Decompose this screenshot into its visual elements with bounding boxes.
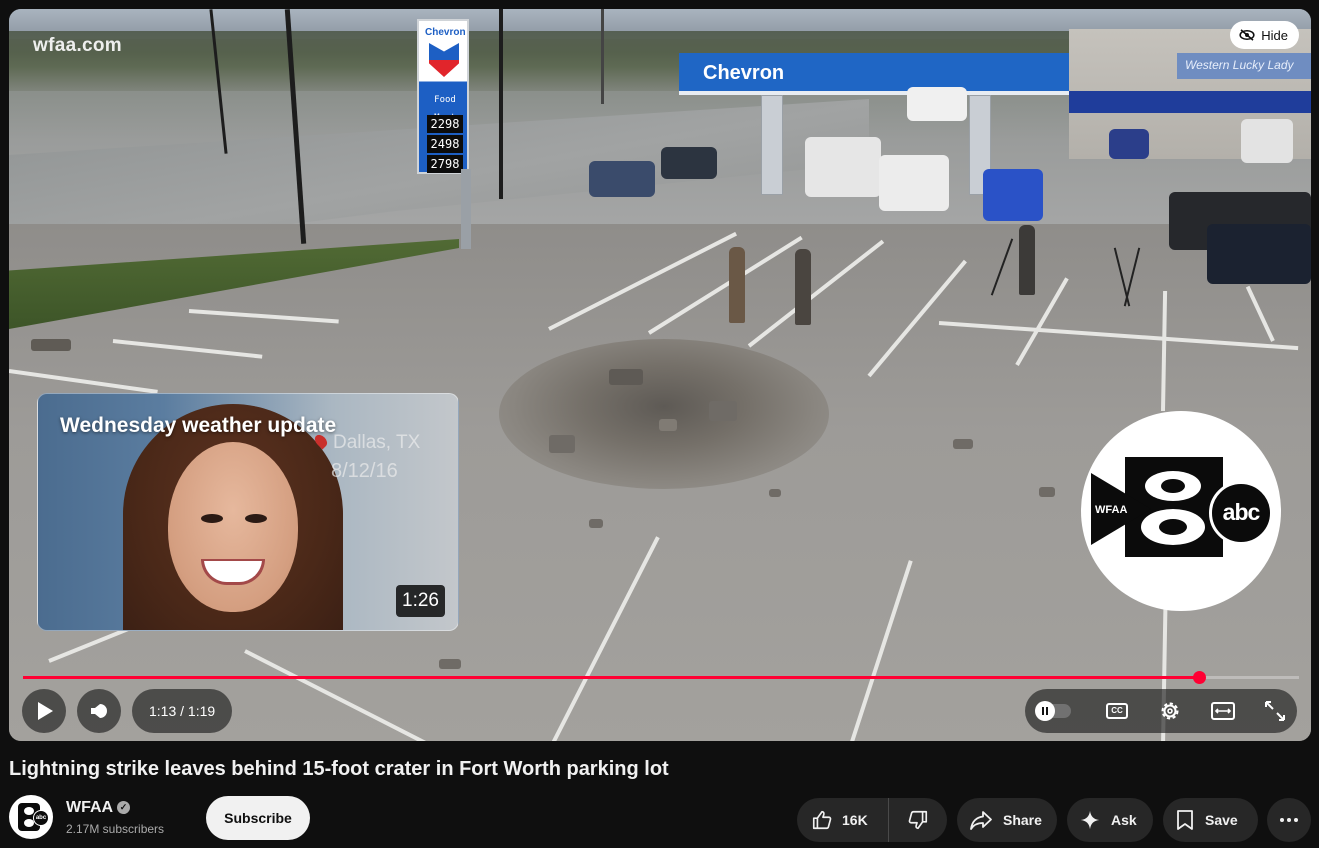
abc-logo: abc xyxy=(1209,481,1273,545)
captions-button[interactable]: CC xyxy=(1103,697,1131,725)
logo-wfaa-text: WFAA xyxy=(1095,504,1128,516)
thumb-up-icon xyxy=(812,810,832,830)
person xyxy=(1019,225,1035,295)
progress-bar[interactable] xyxy=(23,671,1299,684)
pylon-sub: Food Mart xyxy=(427,91,463,123)
autoplay-toggle[interactable] xyxy=(1035,701,1071,721)
canopy-text: Chevron xyxy=(703,62,785,84)
rubble xyxy=(589,519,603,528)
like-count: 16K xyxy=(842,812,868,828)
progress-played xyxy=(23,676,1200,679)
parked-car xyxy=(1207,224,1311,284)
eye-slash-icon xyxy=(1239,29,1255,41)
subscriber-count: 2.17M subscribers xyxy=(66,822,165,836)
video-watermark: wfaa.com xyxy=(33,35,122,56)
rubble xyxy=(769,489,781,497)
play-icon xyxy=(38,702,53,720)
parked-truck xyxy=(879,155,949,211)
thumb-down-icon xyxy=(908,810,928,830)
share-button[interactable]: Share xyxy=(957,798,1057,842)
person xyxy=(729,247,745,323)
store-awning xyxy=(1069,91,1311,113)
save-button[interactable]: Save xyxy=(1163,798,1258,842)
bookmark-icon xyxy=(1177,810,1193,830)
ask-button[interactable]: Ask xyxy=(1067,798,1153,842)
time-display: 1:13 / 1:19 xyxy=(132,689,233,733)
parked-truck xyxy=(805,137,881,197)
chevron-logo-icon xyxy=(429,43,459,77)
like-button[interactable]: 16K xyxy=(797,798,889,842)
store-sign: Western Lucky Lady xyxy=(1177,53,1311,79)
fuel-price: 2298 xyxy=(427,115,463,133)
settings-button[interactable] xyxy=(1156,697,1184,725)
parked-truck xyxy=(907,87,967,121)
fullscreen-icon xyxy=(1265,701,1285,721)
suggested-title: Wednesday weather update xyxy=(60,414,337,437)
utility-pole xyxy=(499,9,503,199)
rubble xyxy=(953,439,973,449)
rubble xyxy=(439,659,461,669)
avatar-abc: abc xyxy=(33,810,49,826)
video-title: Lightning strike leaves behind 15-foot c… xyxy=(9,758,669,780)
hide-label: Hide xyxy=(1261,27,1288,43)
theater-icon xyxy=(1211,702,1235,720)
save-label: Save xyxy=(1205,812,1238,828)
theater-mode-button[interactable] xyxy=(1209,697,1237,725)
cc-icon: CC xyxy=(1106,703,1128,719)
right-controls: CC xyxy=(1025,689,1297,733)
dislike-button[interactable] xyxy=(889,798,947,842)
suggested-location: Dallas, TX xyxy=(333,432,421,453)
rubble xyxy=(31,339,71,351)
parked-car xyxy=(1241,119,1293,163)
suggested-date: 8/12/16 xyxy=(331,460,398,482)
rubble xyxy=(609,369,643,385)
fuel-pump xyxy=(761,95,783,195)
hide-overlays-button[interactable]: Hide xyxy=(1230,21,1299,49)
fuel-price: 2498 xyxy=(427,135,463,153)
channel-logo-bug: WFAA abc xyxy=(1081,411,1281,611)
like-dislike-group: 16K xyxy=(797,798,947,842)
ask-label: Ask xyxy=(1111,812,1137,828)
volume-icon xyxy=(91,704,107,718)
subscribe-button[interactable]: Subscribe xyxy=(206,796,310,840)
more-actions-button[interactable] xyxy=(1267,798,1311,842)
channel-avatar[interactable]: abc xyxy=(9,795,53,839)
parked-car xyxy=(589,161,655,197)
play-button[interactable] xyxy=(22,689,66,733)
rubble xyxy=(1039,487,1055,497)
fuel-price: 2798 xyxy=(427,155,463,173)
gear-icon xyxy=(1161,702,1179,720)
verified-icon: ✓ xyxy=(117,801,130,814)
parked-car xyxy=(661,147,717,179)
rubble xyxy=(709,401,737,421)
rubble xyxy=(659,419,677,431)
parked-car xyxy=(1109,129,1149,159)
chevron-price-sign: Chevron Food Mart 2298 2498 2798 xyxy=(417,19,469,174)
parked-car xyxy=(983,169,1043,221)
pylon-brand: Chevron xyxy=(425,27,466,38)
suggested-duration: 1:26 xyxy=(396,585,445,617)
mute-button[interactable] xyxy=(77,689,121,733)
rubble xyxy=(549,435,575,453)
share-label: Share xyxy=(1003,812,1042,828)
pause-icon xyxy=(1035,701,1055,721)
utility-pole xyxy=(601,9,604,104)
presenter-thumbnail xyxy=(123,404,343,630)
video-player[interactable]: Western Lucky Lady Chevron Chevron Food … xyxy=(9,9,1311,741)
crater xyxy=(499,339,829,489)
sparkle-icon xyxy=(1080,810,1100,830)
more-dots-icon xyxy=(1280,818,1284,822)
sign-post xyxy=(461,169,471,249)
chevron-canopy: Chevron xyxy=(679,53,1069,95)
fullscreen-button[interactable] xyxy=(1261,697,1289,725)
share-arrow-icon xyxy=(970,811,992,830)
person xyxy=(795,249,811,325)
suggested-video-card[interactable]: Dallas, TX 8/12/16 Wednesday weather upd… xyxy=(37,393,459,631)
channel-name[interactable]: WFAA xyxy=(66,799,113,817)
